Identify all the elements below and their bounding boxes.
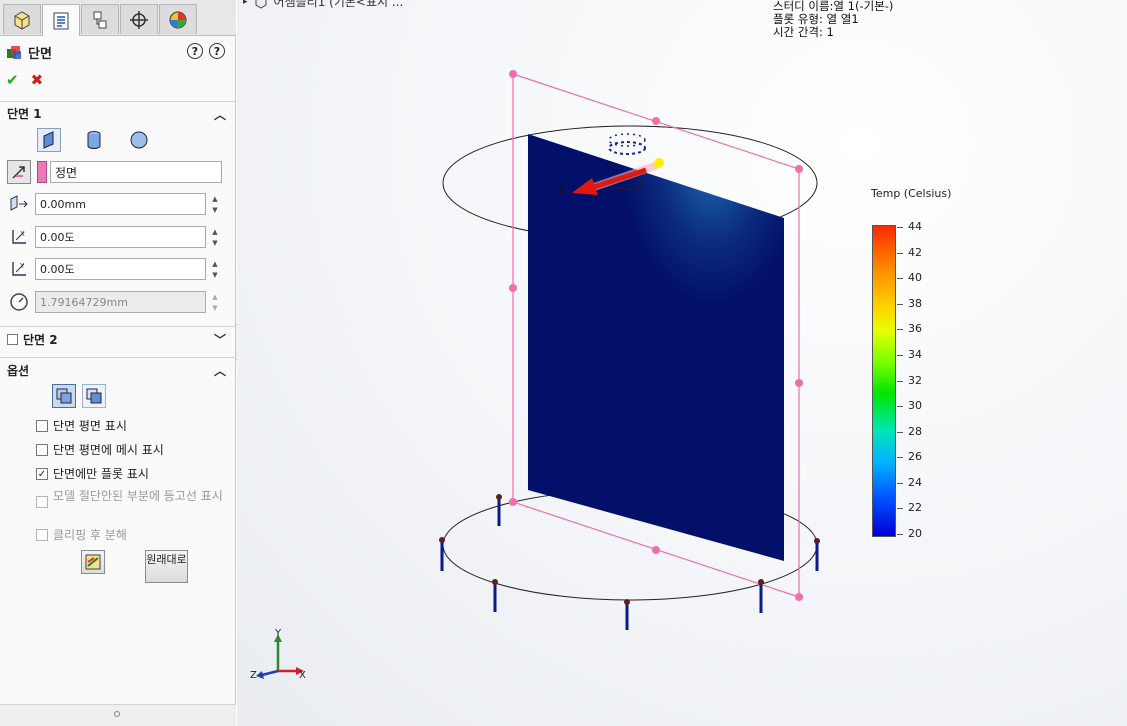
- legend-tick-label: 24: [908, 475, 922, 489]
- plane-handle[interactable]: [795, 165, 803, 173]
- legend-tick-label: 34: [908, 347, 922, 361]
- legend-tick-mark: [897, 534, 903, 535]
- legend-tick-mark: [897, 227, 903, 228]
- legend-tick-label: 30: [908, 399, 922, 413]
- legend-tick-label: 42: [908, 245, 922, 259]
- triad-x-label: X: [299, 670, 306, 681]
- legend-tick-label: 44: [908, 220, 922, 233]
- sketch-axis-label: X: [558, 183, 566, 197]
- section-result-face[interactable]: [528, 134, 784, 561]
- legend-tick-label: 20: [908, 527, 922, 540]
- legend-tick-label: 38: [908, 296, 922, 310]
- legend-tick-label: 26: [908, 450, 922, 464]
- triad-y-label: Y: [274, 628, 282, 639]
- legend-tick-label: 32: [908, 373, 922, 387]
- legend-tick-label: 40: [908, 271, 922, 285]
- plane-handle[interactable]: [509, 498, 517, 506]
- legend-color-bar: [872, 225, 896, 537]
- fixture-pin-icon: [496, 494, 502, 526]
- legend-tick-label: 22: [908, 501, 922, 515]
- plane-handle[interactable]: [509, 70, 517, 78]
- legend-tick-label: 36: [908, 322, 922, 336]
- fixture-pin-icon: [624, 599, 630, 630]
- legend-title: Temp (Celsius): [871, 187, 952, 200]
- fixture-pin-icon: [758, 579, 764, 613]
- legend-tick-mark: [897, 354, 903, 356]
- legend-tick-mark: [897, 329, 903, 331]
- plane-handle[interactable]: [509, 284, 517, 292]
- legend-tick-mark: [897, 457, 903, 459]
- plane-handle[interactable]: [795, 593, 803, 601]
- legend-tick-mark: [897, 508, 903, 510]
- legend-tick-mark: [897, 482, 903, 484]
- legend-tick-mark: [897, 380, 903, 382]
- rotation-ring-handle-top[interactable]: [608, 133, 646, 147]
- reference-triad: Y X Z: [250, 628, 306, 681]
- plane-handle[interactable]: [795, 379, 803, 387]
- fixture-pin-icon: [492, 579, 498, 612]
- legend-tick-mark: [897, 431, 903, 433]
- legend-tick-mark: [897, 252, 903, 254]
- legend-tick-mark: [897, 303, 903, 305]
- fixture-pin-icon: [439, 537, 445, 571]
- legend-tick-mark: [897, 406, 903, 408]
- plane-handle[interactable]: [652, 546, 660, 554]
- legend-tick-mark: [897, 278, 903, 280]
- legend-tick-label: 28: [908, 424, 922, 438]
- fixture-pin-icon: [814, 538, 820, 571]
- triad-z-label: Z: [250, 670, 257, 681]
- temperature-legend[interactable]: Temp (Celsius) 44 42 40 38 36 34 32 30 28 26 24 22 2…: [860, 187, 970, 547]
- plane-handle[interactable]: [652, 117, 660, 125]
- drag-point-handle[interactable]: [654, 158, 664, 168]
